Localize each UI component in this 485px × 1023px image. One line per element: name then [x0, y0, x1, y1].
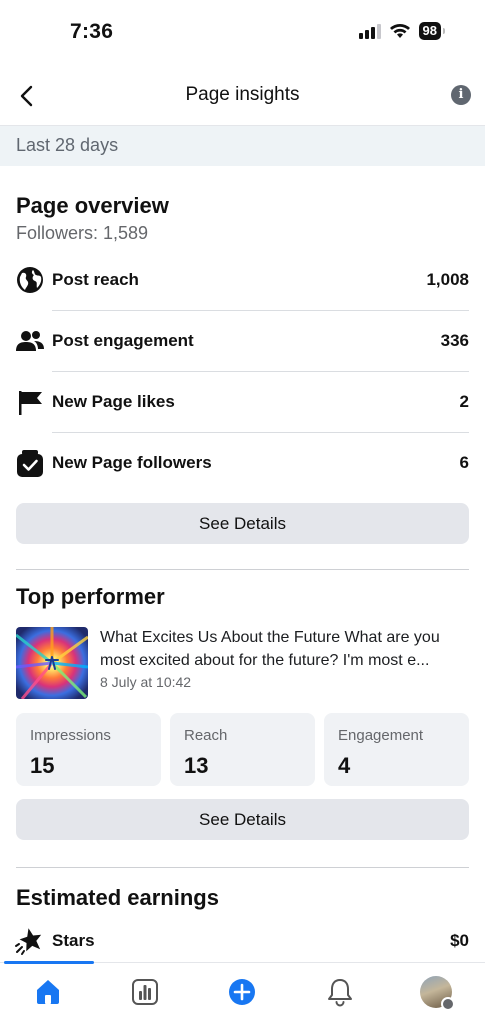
- info-icon[interactable]: i: [451, 85, 471, 105]
- metric-value: 6: [459, 453, 469, 472]
- stat-card-impressions: Impressions 15: [16, 713, 161, 786]
- earnings-value: $0: [450, 931, 469, 950]
- insights-icon[interactable]: [130, 977, 160, 1007]
- date-range-label: Last 28 days: [16, 135, 119, 155]
- stat-label: Reach: [184, 727, 228, 744]
- bottom-nav: [0, 961, 485, 1023]
- stat-value: 4: [338, 753, 351, 778]
- stat-value: 15: [30, 753, 55, 778]
- top-performer-title: Top performer: [16, 584, 165, 609]
- page-title: Page insights: [185, 84, 300, 105]
- top-performer-see-details-button[interactable]: See Details: [16, 799, 469, 840]
- post-date: 8 July at 10:42: [100, 674, 192, 690]
- people-icon: [16, 331, 44, 351]
- stat-label: Engagement: [338, 727, 424, 744]
- metric-value: 2: [459, 392, 469, 411]
- metric-row-post-engagement[interactable]: Post engagement 336: [0, 311, 485, 372]
- date-range-bar[interactable]: Last 28 days: [0, 126, 485, 166]
- create-icon[interactable]: [227, 977, 257, 1007]
- page-header: Page insights i: [0, 66, 485, 126]
- earnings-title: Estimated earnings: [16, 885, 219, 910]
- stat-value: 13: [184, 753, 209, 778]
- metric-label: Post reach: [52, 270, 139, 289]
- earnings-label: Stars: [52, 931, 95, 950]
- metric-value: 1,008: [426, 270, 469, 289]
- stars-icon: [15, 928, 42, 955]
- metric-row-new-page-likes[interactable]: New Page likes 2: [0, 372, 485, 433]
- metric-value: 336: [440, 331, 469, 350]
- section-divider: [16, 867, 469, 868]
- menu-badge-icon: [441, 997, 455, 1011]
- section-divider: [16, 569, 469, 570]
- active-tab-indicator: [4, 961, 94, 964]
- metric-label: New Page likes: [52, 392, 175, 411]
- flag-icon: [19, 391, 42, 415]
- stat-label: Impressions: [30, 727, 111, 744]
- status-icons: 98: [358, 22, 446, 40]
- followers-count: Followers: 1,589: [16, 223, 149, 243]
- earnings-row-stars[interactable]: Stars $0: [0, 924, 485, 958]
- globe-icon: [17, 267, 43, 293]
- follower-check-icon: [17, 450, 43, 477]
- wifi-icon: [389, 24, 410, 38]
- stat-card-reach: Reach 13: [170, 713, 315, 786]
- overview-title: Page overview: [16, 193, 169, 218]
- metric-label: New Page followers: [52, 453, 212, 472]
- battery-icon: 98: [418, 22, 446, 40]
- post-thumbnail[interactable]: [16, 627, 88, 699]
- overview-see-details-button[interactable]: See Details: [16, 503, 469, 544]
- status-time: 7:36: [70, 20, 114, 43]
- profile-avatar[interactable]: [420, 976, 455, 1011]
- metric-row-post-reach[interactable]: Post reach 1,008: [0, 250, 485, 311]
- metric-label: Post engagement: [52, 331, 194, 350]
- metric-row-new-page-followers[interactable]: New Page followers 6: [0, 433, 485, 494]
- stat-card-engagement: Engagement 4: [324, 713, 469, 786]
- signal-icon: [358, 23, 381, 39]
- post-preview-text[interactable]: What Excites Us About the Future What ar…: [100, 626, 472, 672]
- home-icon[interactable]: [33, 977, 63, 1007]
- status-bar: 7:36 98: [0, 0, 485, 66]
- notifications-icon[interactable]: [325, 977, 355, 1007]
